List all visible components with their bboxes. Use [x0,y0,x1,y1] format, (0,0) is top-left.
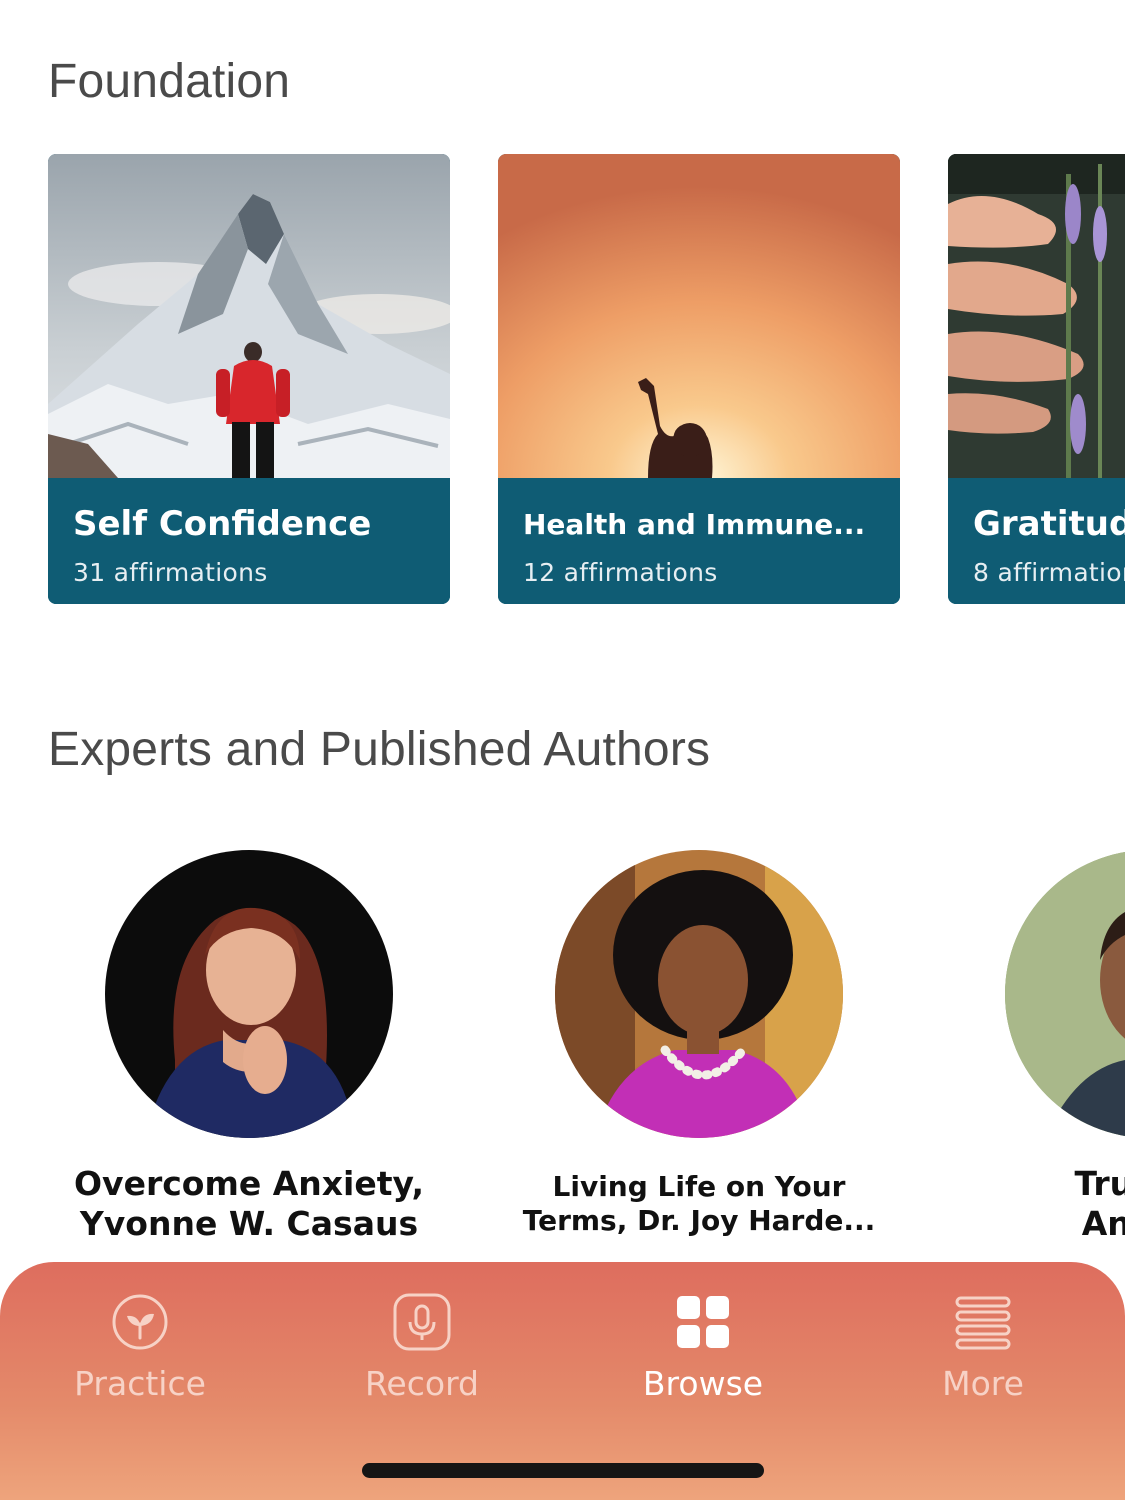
author-name: Living Life on Your Terms, Dr. Joy Harde… [522,1170,876,1237]
card-subtitle: 31 affirmations [73,558,268,587]
tab-label: Practice [74,1364,206,1403]
grid-icon [677,1296,729,1348]
lavender-hand-image [948,154,1125,478]
section-title-experts: Experts and Published Authors [48,723,711,776]
tab-label: Record [364,1364,480,1403]
sprout-icon [112,1294,168,1350]
foundation-carousel[interactable]: Self Confidence 31 affirmations Health a… [0,154,1125,604]
card-title: Gratitude [973,504,1125,544]
author-avatar [1005,850,1125,1138]
card-self-confidence[interactable]: Self Confidence 31 affirmations [48,154,450,604]
tab-practice[interactable]: Practice [40,1292,240,1412]
card-info: Gratitude 8 affirmations [948,478,1125,604]
mountain-hiker-image [48,154,450,478]
card-subtitle: 8 affirmations [973,558,1125,587]
author-name: Overcome Anxiety, Yvonne W. Casaus [74,1164,424,1243]
tab-browse[interactable]: Browse [603,1292,803,1412]
author-name: Trust Yo Anthon [1074,1164,1125,1243]
authors-carousel[interactable]: Overcome Anxiety, Yvonne W. Casaus Livin… [0,848,1125,1268]
card-gratitude[interactable]: Gratitude 8 affirmations [948,154,1125,604]
card-title: Health and Immune... [523,508,866,541]
card-info: Health and Immune... 12 affirmations [498,478,900,604]
sunset-fist-image [498,154,900,478]
tab-label: More [942,1364,1024,1403]
card-title: Self Confidence [73,504,372,544]
tab-more[interactable]: More [883,1292,1083,1412]
menu-lines-icon [955,1296,1011,1350]
tab-label: Browse [642,1364,764,1403]
author-avatar [105,850,393,1138]
card-health-immune[interactable]: Health and Immune... 12 affirmations [498,154,900,604]
section-title-foundation: Foundation [48,55,291,108]
tab-record[interactable]: Record [322,1292,522,1412]
author-avatar [555,850,843,1138]
home-indicator [362,1463,764,1478]
card-info: Self Confidence 31 affirmations [48,478,450,604]
microphone-icon [393,1293,451,1351]
card-subtitle: 12 affirmations [523,558,718,587]
